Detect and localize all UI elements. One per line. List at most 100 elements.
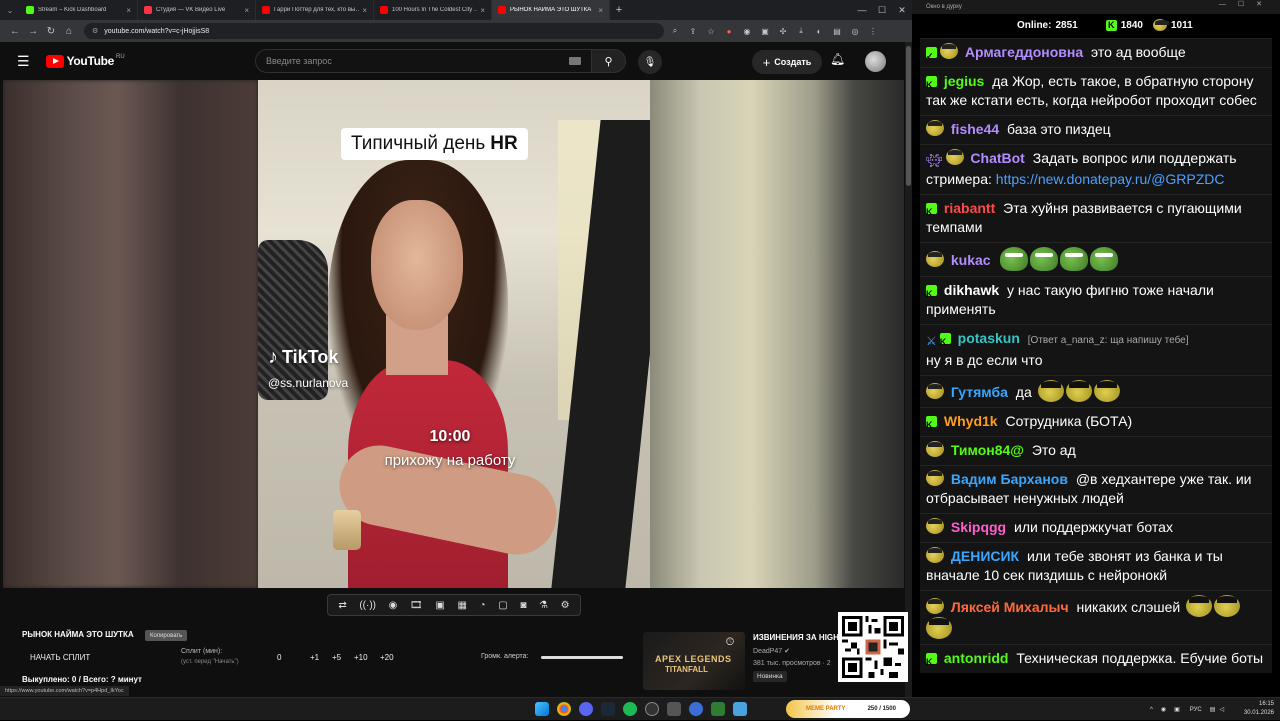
camera-icon[interactable]: ◙ [520,600,526,611]
menu-dots-icon[interactable]: ⋮ [866,24,880,38]
zoom-icon[interactable]: ⌕ [668,24,682,38]
chat-window-controls[interactable]: —☐✕ [1219,0,1274,8]
audio-icon[interactable]: ((·)) [359,600,376,611]
extensions-puzzle-icon[interactable]: ✣ [776,24,790,38]
back-icon[interactable]: ← [6,22,24,40]
chat-username[interactable]: Skipqgg [951,519,1006,535]
app-icon[interactable] [689,702,703,716]
chat-username[interactable]: dikhawk [944,282,999,298]
language-indicator[interactable]: РУС [1190,707,1202,713]
maximize-icon[interactable]: ☐ [872,0,892,20]
chat-username[interactable]: ChatBot [970,150,1024,166]
close-tab-icon[interactable]: × [480,6,485,15]
site-info-icon[interactable]: ⚙ [92,27,98,35]
app-icon[interactable] [733,702,747,716]
bookmark-star-icon[interactable]: ☆ [704,24,718,38]
chat-username[interactable]: Гутямба [951,384,1008,400]
extension-icon[interactable]: ◉ [740,24,754,38]
tray-chevron-icon[interactable]: ^ [1150,707,1153,713]
reload-icon[interactable]: ↻ [42,22,60,40]
spotify-icon[interactable] [623,702,637,716]
tray-app-icon[interactable]: ▣ [1174,706,1180,713]
alert-volume-slider[interactable] [541,656,623,659]
tab-coldest-city[interactable]: 100 Hours In The Coldest City … × [374,0,492,20]
home-icon[interactable]: ⌂ [60,22,78,40]
eye-icon[interactable]: ◉ [389,600,398,611]
loop-icon[interactable]: ⇄ [338,600,346,611]
keyboard-icon[interactable] [569,57,581,65]
minimize-icon[interactable]: — [852,0,872,20]
chat-username[interactable]: kukac [951,252,991,268]
speed-icon[interactable]: ◔ [480,600,486,611]
profile-icon[interactable]: ◐ [812,24,826,38]
tab-active-video[interactable]: РЫНОК НАЙМА ЭТО ШУТКА × [492,0,610,20]
tab-vk-studio[interactable]: Студия — VK Видео Live × [138,0,256,20]
settings-gear-icon[interactable]: ⚙ [561,600,570,611]
sidepanel-icon[interactable]: ▤ [830,24,844,38]
url-field[interactable]: ⚙ youtube.com/watch?v=c-jHojjisS8 [84,23,664,39]
chat-username[interactable]: Тимон84@ [951,442,1024,458]
menu-icon[interactable]: ☰ [17,53,30,70]
picture-in-picture-icon[interactable]: ▣ [435,600,444,611]
avatar[interactable] [865,51,886,72]
create-button[interactable]: + Создать [752,50,822,74]
chat-username[interactable]: Армагеддоновна [965,44,1083,60]
meme-party-widget[interactable]: MEME PARTY 250 / 1500 [786,700,910,718]
extension-icon[interactable]: ▣ [758,24,772,38]
split-plus-10-button[interactable]: +10 [354,653,368,662]
app-icon[interactable] [667,702,681,716]
chat-username[interactable]: jegius [944,73,984,89]
tab-harry-potter[interactable]: Гарри Поттер для тех, кто вы… × [256,0,374,20]
flask-icon[interactable]: ⚗ [539,600,548,611]
tab-kick-dashboard[interactable]: Stream – Kick Dashboard × [20,0,138,20]
recommended-video-title[interactable]: ИЗВИНЕНИЯ ЗА HIGH [753,633,838,642]
new-tab-button[interactable]: + [610,0,628,20]
forward-icon[interactable]: → [24,22,42,40]
close-tab-icon[interactable]: × [598,6,603,15]
chat-username[interactable]: potaskun [958,330,1020,346]
chat-username[interactable]: fishe44 [951,121,999,137]
copy-button[interactable]: Копировать [145,630,188,641]
scrollbar-thumb[interactable] [906,46,911,186]
extension-red-icon[interactable]: ● [722,24,736,38]
close-window-icon[interactable]: ✕ [892,0,912,20]
cinema-icon[interactable]: ▦ [457,600,466,611]
youtube-logo[interactable]: YouTube RU [45,54,125,68]
recommended-channel-name[interactable]: DeadP47 ✔ [753,647,790,655]
split-plus-5-button[interactable]: +5 [332,653,341,662]
close-tab-icon[interactable]: × [126,6,131,15]
discord-icon[interactable] [579,702,593,716]
reply-reference[interactable]: [Ответ a_nana_z: ща напишу тебе] [1028,335,1189,346]
app-icon[interactable] [711,702,725,716]
steam-icon[interactable] [601,702,615,716]
chat-username[interactable]: ДЕНИСИК [951,548,1019,564]
notifications-bell-icon[interactable]: 🔔︎ [830,52,845,66]
close-tab-icon[interactable]: × [362,6,367,15]
network-icon[interactable]: ▤ [1210,706,1216,713]
close-tab-icon[interactable]: × [244,6,249,15]
account-icon[interactable]: ◎ [848,24,862,38]
obs-icon[interactable] [645,702,659,716]
tray-app-icon[interactable]: ◉ [1161,706,1166,713]
screenshot-icon[interactable]: ▢ [498,600,507,611]
chat-username[interactable]: Whyd1k [944,413,998,429]
chat-username[interactable]: antonridd [944,650,1009,666]
split-plus-1-button[interactable]: +1 [310,653,319,662]
watch-later-clock-icon[interactable]: 🕓︎ [726,637,734,648]
page-scrollbar[interactable] [905,42,912,697]
taskbar-clock[interactable]: 16:15 30.01.2026 [1240,700,1274,718]
share-icon[interactable]: ⇪ [686,24,700,38]
download-icon[interactable]: ⤓ [794,24,808,38]
chat-username[interactable]: Ляксей Михалыч [951,599,1069,615]
donate-link[interactable]: https://new.donatepay.ru/@GRPZDC [996,171,1225,187]
film-icon[interactable]: 🎞︎ [410,600,423,611]
volume-icon[interactable]: ◁ [1219,706,1224,713]
chrome-icon[interactable] [557,702,571,716]
chat-username[interactable]: Вадим Барханов [951,471,1068,487]
tab-search-icon[interactable]: ⌄ [0,0,20,20]
search-button[interactable]: ⚲ [592,49,626,73]
chat-username[interactable]: riabantt [944,200,995,216]
start-menu-icon[interactable] [535,702,549,716]
split-plus-20-button[interactable]: +20 [380,653,394,662]
search-input[interactable]: Введите запрос [255,49,592,73]
